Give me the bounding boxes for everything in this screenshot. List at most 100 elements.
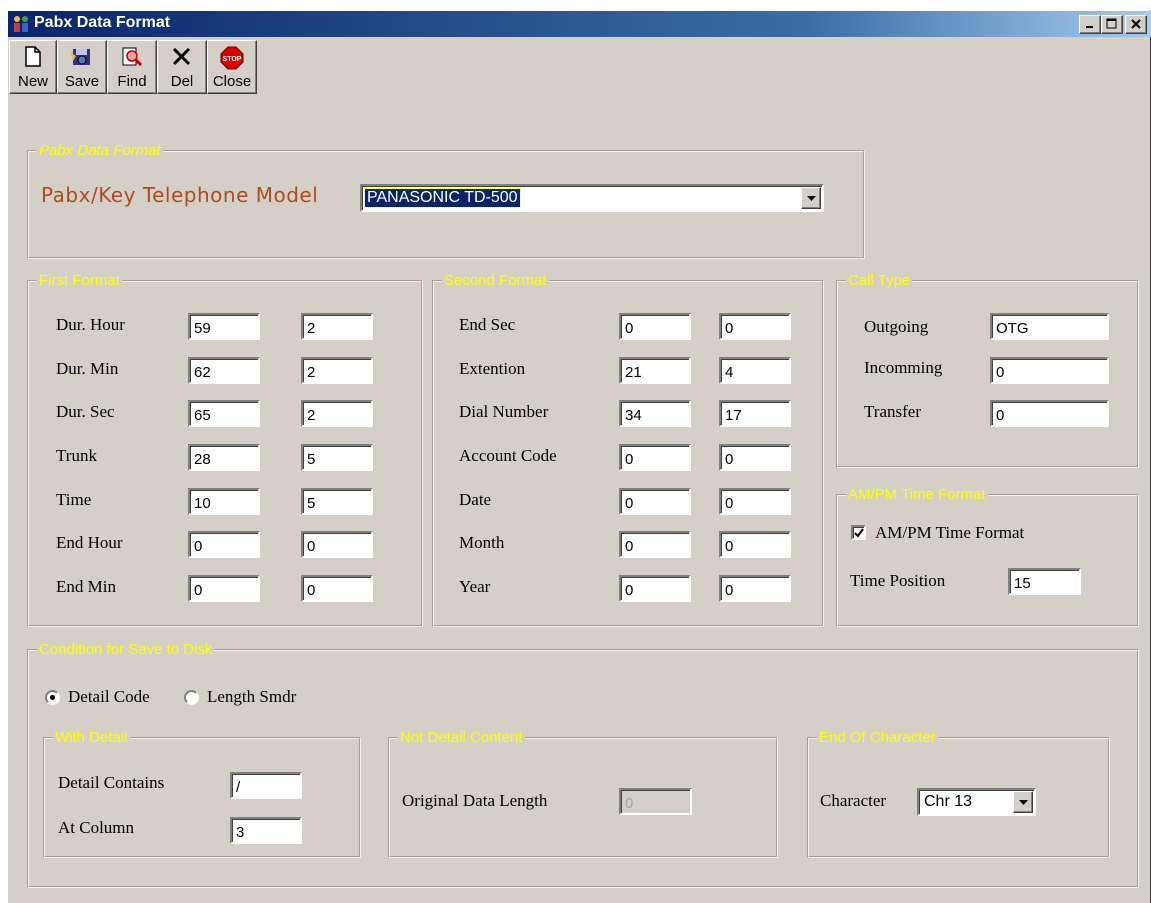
find-button[interactable]: Find <box>107 40 157 94</box>
second-extention-len[interactable]: 4 <box>719 357 791 384</box>
second-end-sec-len[interactable]: 0 <box>719 313 791 340</box>
with-detail-group: With Detail <box>43 730 361 858</box>
call-type-legend: Call Type <box>848 272 911 289</box>
minimize-icon <box>1086 26 1093 28</box>
ampm-checkbox[interactable] <box>851 525 866 540</box>
ampm-checkbox-label: AM/PM Time Format <box>875 523 1025 542</box>
window-title: Pabx Data Format <box>34 14 171 31</box>
detail-contains-field[interactable]: / <box>230 772 302 799</box>
checkmark-icon <box>854 528 864 538</box>
delete-label: Del <box>170 73 194 90</box>
new-button[interactable]: New <box>9 40 57 94</box>
first-dur-sec-len[interactable]: 2 <box>301 400 373 427</box>
time-position-field[interactable]: 15 <box>1008 568 1081 595</box>
second-account-code-len[interactable]: 0 <box>719 444 791 471</box>
first-label-dur-hour: Dur. Hour <box>56 315 125 334</box>
at-column-field[interactable]: 3 <box>230 817 302 844</box>
second-label-date: Date <box>459 490 492 509</box>
chevron-down-icon <box>1019 800 1028 805</box>
radio-length-smdr-label: Length Smdr <box>207 687 297 706</box>
chevron-down-icon <box>807 196 816 201</box>
second-month-pos[interactable]: 0 <box>619 531 691 558</box>
second-label-dial-number: Dial Number <box>459 402 549 421</box>
first-end-min-len[interactable]: 0 <box>301 575 373 602</box>
delete-x-icon <box>172 47 191 66</box>
pabx-data-format-window: Pabx Data Format New Save Find Del STOP … <box>7 10 1151 903</box>
second-dial-number-len[interactable]: 17 <box>719 400 791 427</box>
app-icon <box>12 15 30 33</box>
original-length-label: Original Data Length <box>402 791 548 810</box>
new-label: New <box>17 73 48 90</box>
first-trunk-len[interactable]: 5 <box>301 444 373 471</box>
detail-contains-label: Detail Contains <box>58 773 165 792</box>
maximize-button[interactable] <box>1101 15 1123 34</box>
radio-selected-dot <box>50 695 55 700</box>
character-dropdown-button[interactable] <box>1013 791 1033 813</box>
call-type-transfer-field[interactable]: 0 <box>990 400 1109 427</box>
call-type-incomming-field[interactable]: 0 <box>990 357 1109 384</box>
first-end-min-pos[interactable]: 0 <box>188 575 260 602</box>
second-year-pos[interactable]: 0 <box>619 575 691 602</box>
delete-button[interactable]: Del <box>157 40 207 94</box>
second-month-len[interactable]: 0 <box>719 531 791 558</box>
first-trunk-pos[interactable]: 28 <box>188 444 260 471</box>
first-time-len[interactable]: 5 <box>301 488 373 515</box>
svg-text:STOP: STOP <box>223 56 242 63</box>
second-date-pos[interactable]: 0 <box>619 488 691 515</box>
close-button[interactable]: STOP Close <box>207 40 257 94</box>
find-icon <box>122 47 143 67</box>
original-length-field[interactable]: 0 <box>619 788 692 815</box>
first-dur-hour-pos[interactable]: 59 <box>188 313 260 340</box>
model-value: PANASONIC TD-500 <box>364 188 521 208</box>
first-end-hour-len[interactable]: 0 <box>301 531 373 558</box>
first-label-end-hour: End Hour <box>56 533 123 552</box>
radio-detail-code-label: Detail Code <box>68 687 150 706</box>
maximize-icon <box>1106 18 1117 29</box>
model-dropdown-button[interactable] <box>801 187 821 209</box>
call-type-label-transfer: Transfer <box>864 402 921 421</box>
time-position-label: Time Position <box>850 571 946 590</box>
model-combobox[interactable]: PANASONIC TD-500 <box>360 184 824 212</box>
second-label-extention: Extention <box>459 359 526 378</box>
close-window-button[interactable] <box>1125 15 1147 34</box>
second-extention-pos[interactable]: 21 <box>619 357 691 384</box>
first-end-hour-pos[interactable]: 0 <box>188 531 260 558</box>
ampm-legend: AM/PM Time Format <box>848 486 986 503</box>
call-type-label-outgoing: Outgoing <box>864 317 929 336</box>
save-icon <box>70 49 90 65</box>
close-icon <box>1131 19 1141 29</box>
title-bar[interactable]: Pabx Data Format <box>8 11 1151 37</box>
radio-detail-code[interactable] <box>45 690 60 705</box>
second-date-len[interactable]: 0 <box>719 488 791 515</box>
second-year-len[interactable]: 0 <box>719 575 791 602</box>
character-combobox[interactable]: Chr 13 <box>917 788 1036 816</box>
second-label-year: Year <box>459 577 491 596</box>
save-label: Save <box>64 73 100 90</box>
first-label-dur-min: Dur. Min <box>56 359 119 378</box>
first-label-trunk: Trunk <box>56 446 97 465</box>
pabx-data-format-legend: Pabx Data Format <box>39 142 161 159</box>
first-dur-hour-len[interactable]: 2 <box>301 313 373 340</box>
second-account-code-pos[interactable]: 0 <box>619 444 691 471</box>
toolbar: New Save Find Del STOP Close <box>9 40 1149 96</box>
first-dur-sec-pos[interactable]: 65 <box>188 400 260 427</box>
end-char-legend: End Of Character <box>819 729 936 746</box>
model-label: Pabx/Key Telephone Model <box>41 183 319 207</box>
first-dur-min-pos[interactable]: 62 <box>188 357 260 384</box>
second-dial-number-pos[interactable]: 34 <box>619 400 691 427</box>
first-label-dur-sec: Dur. Sec <box>56 402 115 421</box>
save-condition-legend: Condition for Save to Disk <box>39 641 213 658</box>
second-label-account-code: Account Code <box>459 446 557 465</box>
save-button[interactable]: Save <box>57 40 107 94</box>
first-dur-min-len[interactable]: 2 <box>301 357 373 384</box>
radio-length-smdr[interactable] <box>184 690 199 705</box>
minimize-button[interactable] <box>1079 15 1101 34</box>
first-time-pos[interactable]: 10 <box>188 488 260 515</box>
call-type-label-incomming: Incomming <box>864 358 943 377</box>
second-end-sec-pos[interactable]: 0 <box>619 313 691 340</box>
call-type-outgoing-field[interactable]: OTG <box>990 313 1109 340</box>
first-format-legend: First Format <box>39 272 120 289</box>
close-label: Close <box>212 73 252 90</box>
character-value: Chr 13 <box>924 793 973 810</box>
character-label: Character <box>820 791 887 810</box>
